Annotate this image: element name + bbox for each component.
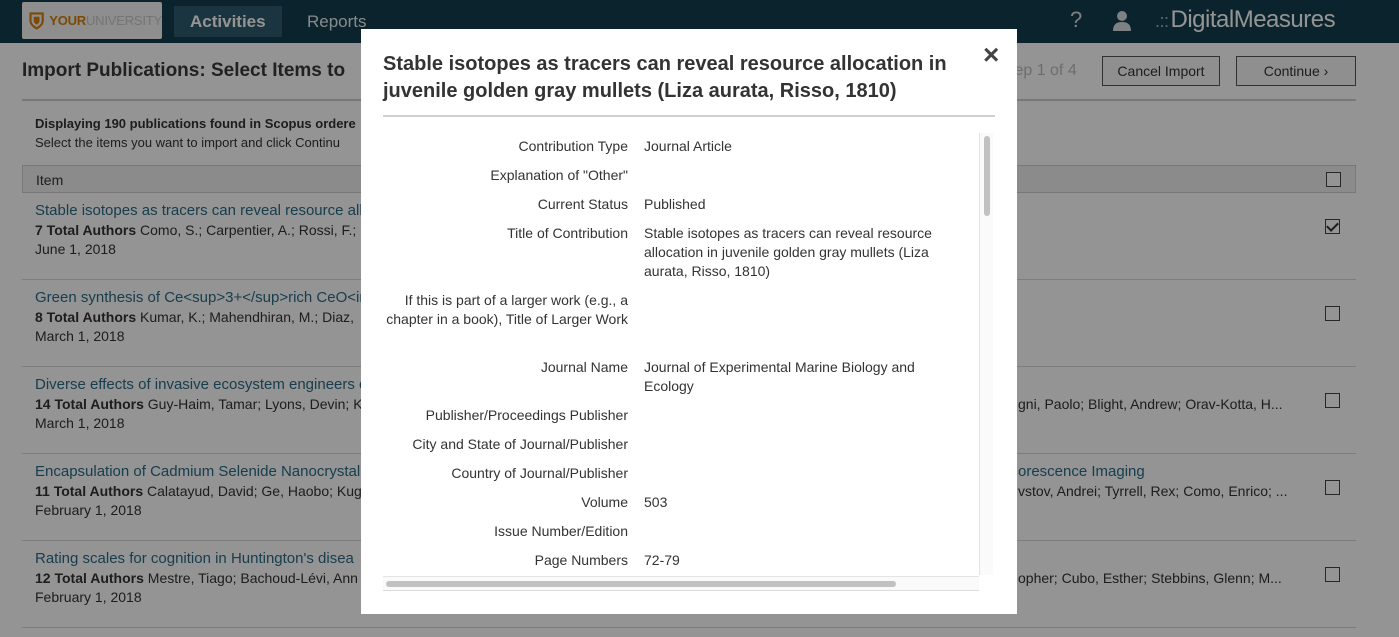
horizontal-scrollbar-thumb[interactable] <box>386 581 896 587</box>
divider <box>383 115 995 117</box>
field-label: Publisher/Proceedings Publisher <box>425 407 628 423</box>
field-label: City and State of Journal/Publisher <box>412 436 628 452</box>
vertical-scrollbar-thumb[interactable] <box>984 136 990 216</box>
field-label: Volume <box>581 494 628 510</box>
field-label: Issue Number/Edition <box>494 523 628 539</box>
field-label: Country of Journal/Publisher <box>451 465 628 481</box>
publication-details-modal: Stable isotopes as tracers can reveal re… <box>361 29 1017 614</box>
close-icon[interactable]: × <box>983 39 999 71</box>
details-scroll-area[interactable]: Contribution Type Journal Article Explan… <box>383 133 979 575</box>
field-label: Explanation of "Other" <box>490 167 628 183</box>
field-value: 503 <box>644 494 668 510</box>
field-value: 72-79 <box>644 552 680 568</box>
vertical-scrollbar[interactable] <box>979 133 993 575</box>
field-label: If this is part of a larger work (e.g., … <box>386 292 628 327</box>
horizontal-scrollbar[interactable] <box>383 576 979 590</box>
divider <box>383 590 979 591</box>
field-label: Journal Name <box>540 359 628 375</box>
field-value: Journal of Experimental Marine Biology a… <box>644 359 915 394</box>
field-value: Published <box>644 196 706 212</box>
field-label: Title of Contribution <box>507 225 628 241</box>
field-value: Stable isotopes as tracers can reveal re… <box>644 225 932 279</box>
field-label: Current Status <box>537 196 628 212</box>
modal-title: Stable isotopes as tracers can reveal re… <box>383 53 947 102</box>
field-label: Contribution Type <box>518 138 628 154</box>
field-value: Journal Article <box>644 138 732 154</box>
field-label: Page Numbers <box>534 552 628 568</box>
